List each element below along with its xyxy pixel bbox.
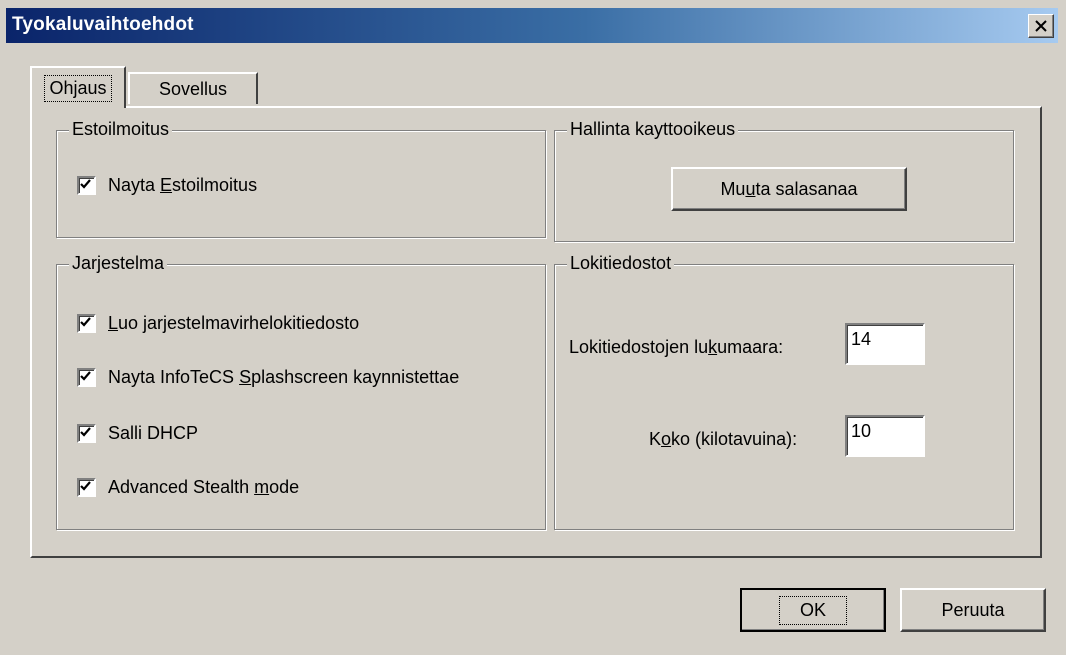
show-splashscreen-checkbox[interactable] — [77, 368, 96, 387]
tab-panel: Estoilmoitus Nayta Estoilmoitus Hallinta… — [30, 106, 1042, 558]
system-group: Jarjestelma Luo jarjestelmavirhelokitied… — [56, 253, 546, 530]
log-size-label: Koko (kilotavuina): — [649, 429, 798, 449]
create-error-log-label: Luo jarjestelmavirhelokitiedosto — [108, 313, 360, 333]
title-bar[interactable]: Tyokaluvaihtoehdot — [6, 8, 1058, 43]
log-files-group: Lokitiedostot Lokitiedostojen lukumaara:… — [554, 253, 1014, 530]
close-icon — [1035, 20, 1047, 32]
create-error-log-checkbox[interactable] — [77, 314, 96, 333]
access-control-group: Hallinta kayttooikeus Muuta salasanaa — [554, 119, 1014, 242]
log-count-input[interactable]: 14 — [845, 323, 925, 365]
cancel-button[interactable]: Peruuta — [900, 588, 1046, 632]
allow-dhcp-checkbox-row[interactable]: Salli DHCP — [77, 423, 198, 444]
show-block-notice-checkbox[interactable] — [77, 176, 96, 195]
estoilmoitus-title: Estoilmoitus — [69, 119, 173, 140]
checkmark-icon — [80, 317, 91, 327]
checkmark-icon — [80, 481, 91, 491]
access-control-title: Hallinta kayttooikeus — [567, 119, 739, 140]
tab-sovellus[interactable]: Sovellus — [128, 72, 258, 104]
stealth-mode-label: Advanced Stealth mode — [108, 477, 300, 497]
checkmark-icon — [80, 179, 91, 189]
log-files-title: Lokitiedostot — [567, 253, 675, 274]
log-size-input[interactable]: 10 — [845, 415, 925, 457]
show-block-notice-checkbox-row[interactable]: Nayta Estoilmoitus — [77, 175, 257, 196]
stealth-mode-checkbox-row[interactable]: Advanced Stealth mode — [77, 477, 299, 498]
checkmark-icon — [80, 371, 91, 381]
close-button[interactable] — [1028, 14, 1054, 38]
allow-dhcp-checkbox[interactable] — [77, 424, 96, 443]
cancel-label: Peruuta — [941, 599, 1005, 620]
system-title: Jarjestelma — [69, 253, 168, 274]
log-count-label: Lokitiedostojen lukumaara: — [569, 337, 784, 357]
estoilmoitus-group: Estoilmoitus Nayta Estoilmoitus — [56, 119, 546, 238]
allow-dhcp-label: Salli DHCP — [108, 423, 199, 443]
stealth-mode-checkbox[interactable] — [77, 478, 96, 497]
options-dialog: Tyokaluvaihtoehdot Ohjaus Sovellus Estoi… — [0, 0, 1066, 655]
change-password-label: Muuta salasanaa — [720, 178, 858, 199]
tab-ohjaus-label: Ohjaus — [44, 74, 112, 102]
window-title: Tyokaluvaihtoehdot — [12, 14, 194, 35]
tab-sovellus-label: Sovellus — [158, 78, 228, 99]
ok-button[interactable]: OK — [740, 588, 886, 632]
change-password-button[interactable]: Muuta salasanaa — [671, 167, 907, 211]
create-error-log-checkbox-row[interactable]: Luo jarjestelmavirhelokitiedosto — [77, 313, 359, 334]
show-splashscreen-label: Nayta InfoTeCS Splashscreen kaynnistetta… — [108, 367, 460, 387]
checkmark-icon — [80, 427, 91, 437]
tab-ohjaus[interactable]: Ohjaus — [30, 66, 126, 108]
show-splashscreen-checkbox-row[interactable]: Nayta InfoTeCS Splashscreen kaynnistetta… — [77, 367, 459, 388]
show-block-notice-label: Nayta Estoilmoitus — [108, 175, 258, 195]
ok-label: OK — [778, 595, 847, 625]
